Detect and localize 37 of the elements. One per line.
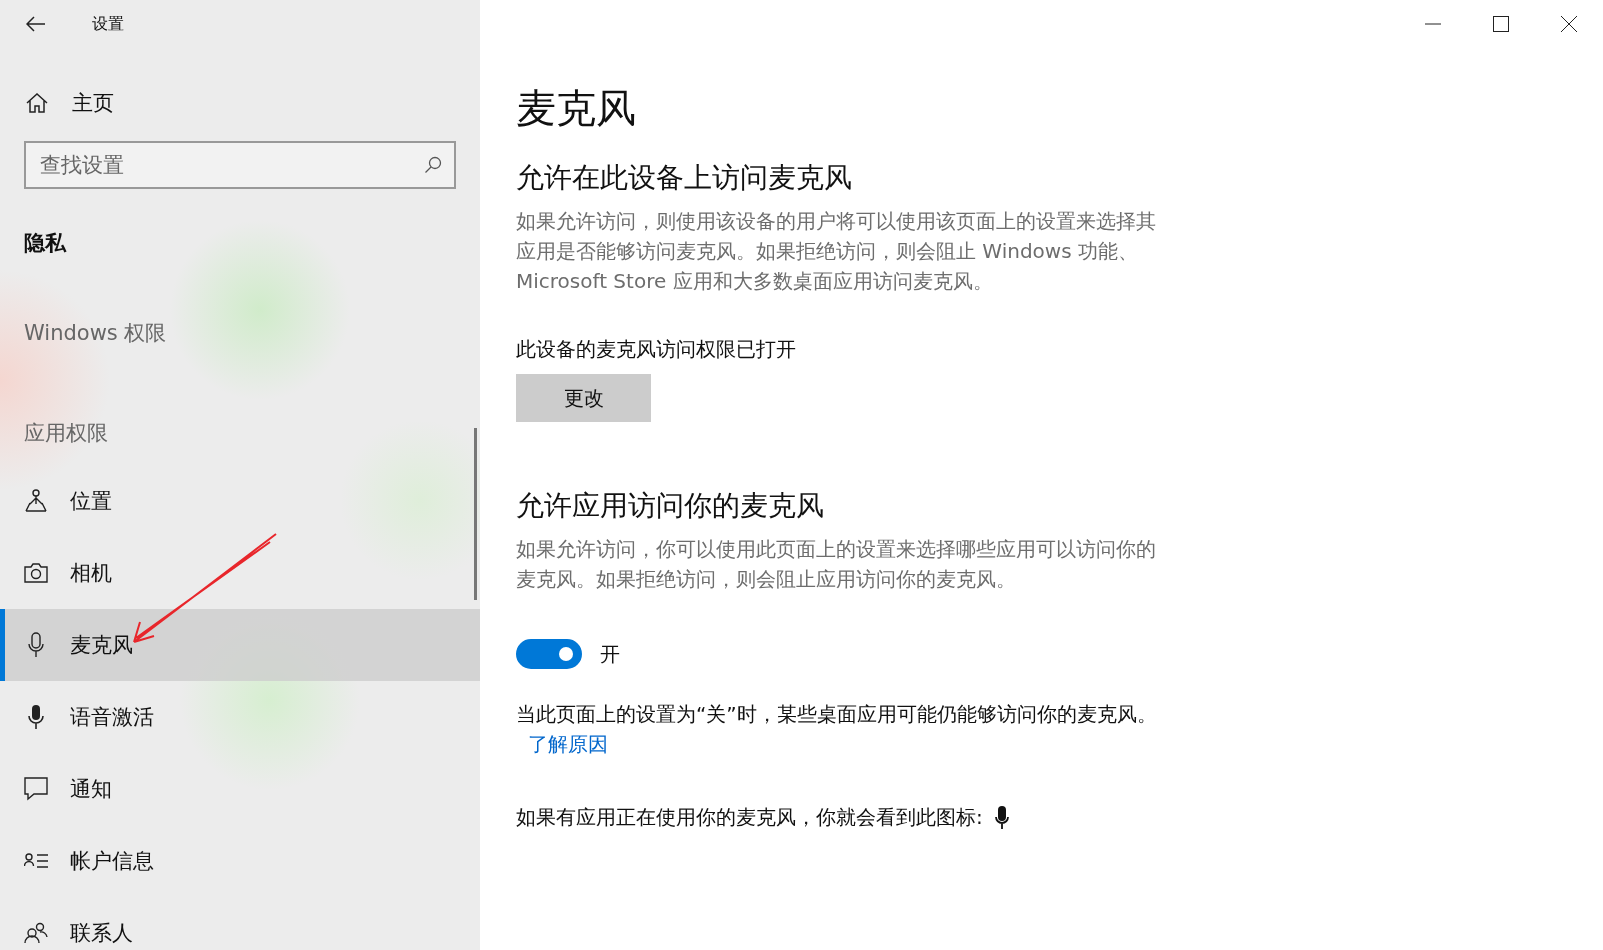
nav-item[interactable]: 语音激活 [0,681,480,753]
maximize-icon [1493,16,1509,32]
search-icon [424,156,442,174]
minimize-icon [1425,23,1441,25]
nav-item[interactable]: 位置 [0,465,480,537]
window-title: 设置 [92,13,124,35]
description-text: 如果允许访问，你可以使用此页面上的设置来选择哪些应用可以访问你的麦克风。如果拒绝访问，则会阻止应用访问你的麦克风。 [516,536,1157,593]
note-text: 当此页面上的设置为“关”时，某些桌面应用可能仍能够访问你的麦克风。 了解原因 [516,701,1158,758]
camera-icon [24,563,48,583]
message-icon [24,777,48,801]
nav-item[interactable]: 帐户信息 [0,825,480,897]
toggle-switch[interactable] [516,639,582,669]
section-heading: 隐私 [23,230,68,257]
group-heading: Windows 权限 [23,320,168,347]
people-icon [24,922,48,944]
page-title: 麦克风 [516,84,637,132]
home-nav-item[interactable]: 主页 [0,89,480,117]
section-heading: 允许在此设备上访问麦克风 [516,160,853,196]
section-heading: 允许应用访问你的麦克风 [516,488,825,524]
nav-item[interactable]: 联系人 [0,897,480,950]
status-text: 此设备的麦克风访问权限已打开 [516,336,797,363]
contact-card-icon [24,852,48,870]
learn-why-link[interactable]: 了解原因 [528,732,608,756]
group-heading: 应用权限 [23,420,109,447]
back-arrow-icon [26,16,46,32]
person-pin-icon [24,489,48,513]
search-field[interactable]: 查找设置 [24,141,456,189]
change-button[interactable]: 更改 [516,374,651,422]
indicator-text: 如果有应用正在使用你的麦克风，你就会看到此图标: [516,804,983,831]
nav-item[interactable]: 通知 [0,753,480,825]
microphone-icon [994,805,1009,830]
home-icon [26,93,48,113]
nav-item[interactable]: 相机 [0,537,480,609]
close-icon [1561,16,1577,32]
toggle-label: 开 [600,640,620,668]
nav-item[interactable]: 麦克风 [0,609,480,681]
description-text: 如果允许访问，则使用该设备的用户将可以使用该页面上的设置来选择其应用是否能够访问麦克风。如果拒绝访问，则会阻止 Windows 功能、Microsoft Store 应用和大多数桌面应用访问麦克风。 [516,208,1157,295]
